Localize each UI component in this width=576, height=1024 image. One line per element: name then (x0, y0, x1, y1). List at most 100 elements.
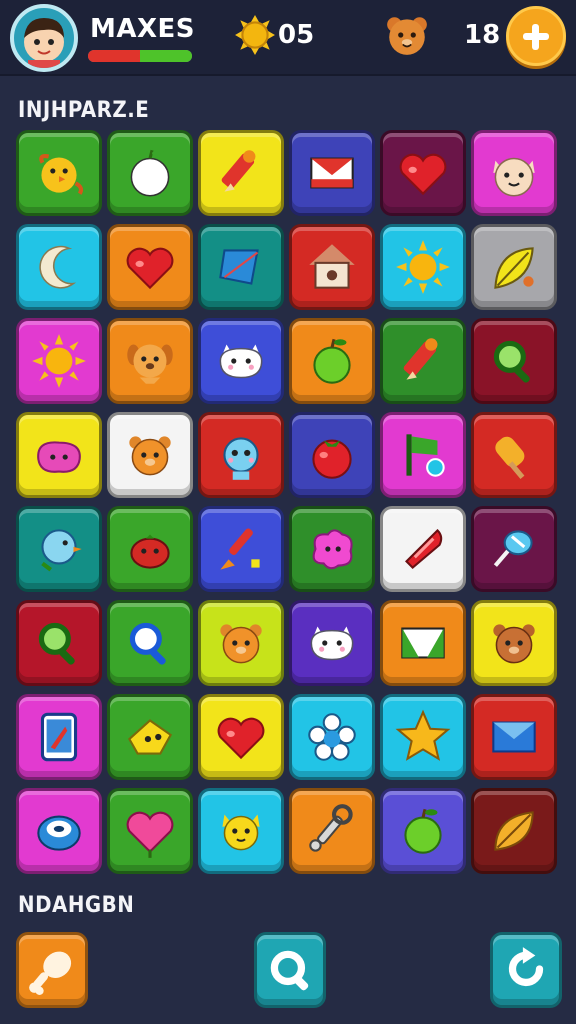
grid-tile[interactable] (289, 224, 375, 310)
pencil-icon (403, 338, 438, 380)
tablet-icon (40, 712, 78, 762)
pet-count: 18 (464, 20, 501, 50)
grid-tile[interactable] (380, 694, 466, 780)
grid-tile[interactable] (107, 130, 193, 216)
heart-icon (217, 717, 265, 760)
leaf-icon (494, 247, 534, 289)
flower-icon (308, 713, 356, 761)
refresh-button[interactable] (490, 932, 562, 1008)
tray-title: NDAHGBN (18, 893, 135, 918)
envelope-blue-icon (492, 721, 536, 753)
heart-pink-icon (126, 811, 174, 858)
grid-tile[interactable] (107, 318, 193, 404)
grid-tile[interactable] (107, 600, 193, 686)
puppy-icon (127, 344, 173, 384)
brush-icon (220, 528, 260, 570)
grid-tile[interactable] (289, 412, 375, 498)
tile-board (16, 130, 557, 874)
grid-tile[interactable] (198, 412, 284, 498)
grid-tile[interactable] (198, 600, 284, 686)
grid-tile[interactable] (289, 506, 375, 592)
flag-icon (406, 434, 445, 477)
berry-icon (130, 534, 170, 569)
kite-icon (219, 249, 259, 285)
grid-tile[interactable] (289, 788, 375, 874)
coin-count: 05 (278, 20, 315, 50)
popsicle-icon (495, 436, 525, 479)
grid-tile[interactable] (16, 412, 102, 498)
grid-tile[interactable] (471, 788, 557, 874)
grid-tile[interactable] (471, 506, 557, 592)
apple-green-icon (404, 808, 442, 854)
apple-green-icon (313, 338, 351, 384)
drumstick-icon (29, 951, 72, 995)
grid-tile[interactable] (107, 694, 193, 780)
grid-tile[interactable] (16, 506, 102, 592)
player-avatar[interactable] (10, 4, 78, 72)
grid-tile[interactable] (198, 506, 284, 592)
grid-tile[interactable] (107, 506, 193, 592)
sun-coin-icon (235, 15, 275, 55)
drumstick-button[interactable] (16, 932, 88, 1008)
pet-face-icon (387, 17, 427, 55)
grid-tile[interactable] (380, 318, 466, 404)
grid-tile[interactable] (380, 506, 466, 592)
grid-tile[interactable] (471, 318, 557, 404)
grid-tile[interactable] (471, 694, 557, 780)
add-currency-button[interactable] (506, 6, 566, 66)
grid-tile[interactable] (16, 600, 102, 686)
grid-tile[interactable] (471, 600, 557, 686)
blob-pink-icon (312, 529, 353, 570)
moon-icon (39, 245, 77, 289)
grid-tile[interactable] (107, 788, 193, 874)
heart-icon (126, 247, 174, 290)
search-button[interactable] (254, 932, 326, 1008)
player-name: MAXES (90, 14, 196, 44)
chick-icon (39, 154, 84, 195)
apple-white-icon (130, 149, 170, 197)
cat-yellow-icon (222, 814, 260, 851)
blob-icon (37, 441, 81, 473)
grid-tile[interactable] (198, 130, 284, 216)
grid-tile[interactable] (198, 224, 284, 310)
grid-tile[interactable] (107, 412, 193, 498)
grid-tile[interactable] (380, 224, 466, 310)
birdhouse-icon (309, 244, 355, 289)
magnifier-icon (493, 340, 530, 383)
grid-tile[interactable] (198, 318, 284, 404)
magnifier-icon (38, 622, 75, 665)
grid-tile[interactable] (471, 130, 557, 216)
pencil-icon (221, 150, 256, 192)
grid-tile[interactable] (380, 788, 466, 874)
grid-tile[interactable] (16, 318, 102, 404)
grid-tile[interactable] (107, 224, 193, 310)
grid-tile[interactable] (380, 412, 466, 498)
grid-tile[interactable] (16, 694, 102, 780)
bear-icon (220, 624, 262, 664)
robot-icon (223, 437, 259, 480)
tomato-icon (312, 439, 352, 479)
grid-tile[interactable] (198, 694, 284, 780)
grid-tile[interactable] (16, 788, 102, 874)
ghost-cat-icon (310, 626, 354, 661)
grid-tile[interactable] (380, 130, 466, 216)
magnifier-blue-icon (129, 622, 166, 665)
grid-tile[interactable] (289, 130, 375, 216)
grid-tile[interactable] (289, 600, 375, 686)
magnifier-icon (270, 950, 309, 991)
grid-tile[interactable] (16, 130, 102, 216)
board-title: INJHPARZ.E (18, 98, 150, 123)
grid-tile[interactable] (471, 412, 557, 498)
grid-tile[interactable] (380, 600, 466, 686)
grid-tile[interactable] (471, 224, 557, 310)
cat-face-icon (493, 157, 535, 197)
top-hud: MAXES 05 18 (0, 0, 576, 76)
cheese-icon (128, 719, 173, 755)
grid-tile[interactable] (16, 224, 102, 310)
bird-icon (41, 529, 82, 572)
grid-tile[interactable] (289, 694, 375, 780)
sun-icon (32, 334, 86, 388)
grid-tile[interactable] (198, 788, 284, 874)
grid-tile[interactable] (289, 318, 375, 404)
refresh-icon (508, 947, 544, 987)
